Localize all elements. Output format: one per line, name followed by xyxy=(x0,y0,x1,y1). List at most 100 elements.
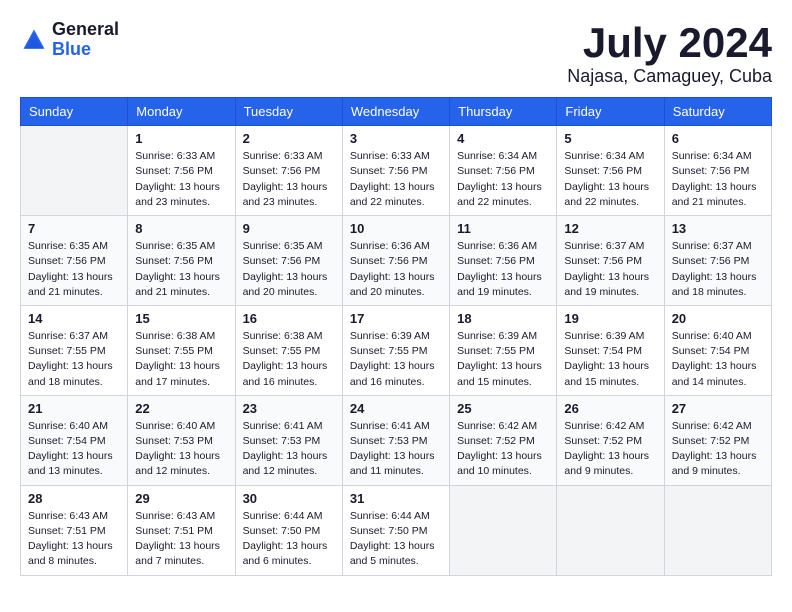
day-info: Sunrise: 6:38 AM Sunset: 7:55 PM Dayligh… xyxy=(135,329,227,390)
day-number: 13 xyxy=(672,221,764,236)
calendar-cell: 19 Sunrise: 6:39 AM Sunset: 7:54 PM Dayli… xyxy=(557,305,664,395)
calendar-cell: 6 Sunrise: 6:34 AM Sunset: 7:56 PM Daylig… xyxy=(664,126,771,216)
day-number: 7 xyxy=(28,221,120,236)
logo: General Blue xyxy=(20,20,119,60)
calendar-cell: 27Sunrise: 6:42 AM Sunset: 7:52 PM Dayli… xyxy=(664,395,771,485)
logo-blue-text: Blue xyxy=(52,40,119,60)
location-text: Najasa, Camaguey, Cuba xyxy=(567,66,772,87)
day-number: 29 xyxy=(135,491,227,506)
day-number: 12 xyxy=(564,221,656,236)
calendar-cell: 3 Sunrise: 6:33 AM Sunset: 7:56 PM Daylig… xyxy=(342,126,449,216)
col-saturday: Saturday xyxy=(664,98,771,126)
calendar-cell xyxy=(450,485,557,575)
day-info: Sunrise: 6:42 AM Sunset: 7:52 PM Dayligh… xyxy=(672,419,764,480)
day-number: 31 xyxy=(350,491,442,506)
day-info: Sunrise: 6:44 AM Sunset: 7:50 PM Dayligh… xyxy=(243,509,335,570)
calendar-cell: 22Sunrise: 6:40 AM Sunset: 7:53 PM Dayli… xyxy=(128,395,235,485)
col-friday: Friday xyxy=(557,98,664,126)
calendar-cell: 28Sunrise: 6:43 AM Sunset: 7:51 PM Dayli… xyxy=(21,485,128,575)
day-info: Sunrise: 6:34 AM Sunset: 7:56 PM Dayligh… xyxy=(672,149,764,210)
day-number: 20 xyxy=(672,311,764,326)
week-row-5: 28 Sunrise: 6:43 AM Sunset: 7:51 PM Dayli… xyxy=(21,485,772,575)
day-info: Sunrise: 6:33 AM Sunset: 7:56 PM Dayligh… xyxy=(243,149,335,210)
day-number: 6 xyxy=(672,131,764,146)
week-row-1: 1 Sunrise: 6:33 AM Sunset: 7:56 PM Daylig… xyxy=(21,126,772,216)
day-info: Sunrise: 6:40 AM Sunset: 7:54 PM Dayligh… xyxy=(28,419,120,480)
day-number: 3 xyxy=(350,131,442,146)
day-info: Sunrise: 6:36 AM Sunset: 7:56 PM Dayligh… xyxy=(350,239,442,300)
week-row-3: 14Sunrise: 6:37 AM Sunset: 7:55 PM Dayli… xyxy=(21,305,772,395)
calendar-cell: 2 Sunrise: 6:33 AM Sunset: 7:56 PM Daylig… xyxy=(235,126,342,216)
calendar-cell: 4 Sunrise: 6:34 AM Sunset: 7:56 PM Daylig… xyxy=(450,126,557,216)
day-number: 4 xyxy=(457,131,549,146)
day-number: 5 xyxy=(564,131,656,146)
calendar-cell: 1 Sunrise: 6:33 AM Sunset: 7:56 PM Daylig… xyxy=(128,126,235,216)
calendar-cell: 13 Sunrise: 6:37 AM Sunset: 7:56 PM Dayli… xyxy=(664,216,771,306)
day-info: Sunrise: 6:41 AM Sunset: 7:53 PM Dayligh… xyxy=(243,419,335,480)
day-info: Sunrise: 6:39 AM Sunset: 7:55 PM Dayligh… xyxy=(350,329,442,390)
calendar-cell: 10 Sunrise: 6:36 AM Sunset: 7:56 PM Dayli… xyxy=(342,216,449,306)
day-number: 30 xyxy=(243,491,335,506)
calendar-cell: 29 Sunrise: 6:43 AM Sunset: 7:51 PM Dayli… xyxy=(128,485,235,575)
day-number: 26 xyxy=(564,401,656,416)
logo-general-text: General xyxy=(52,20,119,40)
calendar-cell: 9 Sunrise: 6:35 AM Sunset: 7:56 PM Daylig… xyxy=(235,216,342,306)
day-number: 8 xyxy=(135,221,227,236)
week-row-2: 7 Sunrise: 6:35 AM Sunset: 7:56 PM Daylig… xyxy=(21,216,772,306)
calendar-cell: 30 Sunrise: 6:44 AM Sunset: 7:50 PM Dayli… xyxy=(235,485,342,575)
calendar-cell xyxy=(21,126,128,216)
week-row-4: 21 Sunrise: 6:40 AM Sunset: 7:54 PM Dayli… xyxy=(21,395,772,485)
day-info: Sunrise: 6:33 AM Sunset: 7:56 PM Dayligh… xyxy=(135,149,227,210)
day-number: 19 xyxy=(564,311,656,326)
day-info: Sunrise: 6:35 AM Sunset: 7:56 PM Dayligh… xyxy=(243,239,335,300)
calendar-cell: 16 Sunrise: 6:38 AM Sunset: 7:55 PM Dayli… xyxy=(235,305,342,395)
header-row: Sunday Monday Tuesday Wednesday Thursday… xyxy=(21,98,772,126)
day-number: 22 xyxy=(135,401,227,416)
day-info: Sunrise: 6:38 AM Sunset: 7:55 PM Dayligh… xyxy=(243,329,335,390)
day-number: 21 xyxy=(28,401,120,416)
col-sunday: Sunday xyxy=(21,98,128,126)
day-info: Sunrise: 6:43 AM Sunset: 7:51 PM Dayligh… xyxy=(135,509,227,570)
day-number: 9 xyxy=(243,221,335,236)
day-info: Sunrise: 6:39 AM Sunset: 7:54 PM Dayligh… xyxy=(564,329,656,390)
day-number: 11 xyxy=(457,221,549,236)
calendar-cell: 12Sunrise: 6:37 AM Sunset: 7:56 PM Dayli… xyxy=(557,216,664,306)
day-number: 10 xyxy=(350,221,442,236)
day-info: Sunrise: 6:37 AM Sunset: 7:55 PM Dayligh… xyxy=(28,329,120,390)
title-block: July 2024 Najasa, Camaguey, Cuba xyxy=(567,20,772,87)
day-info: Sunrise: 6:36 AM Sunset: 7:56 PM Dayligh… xyxy=(457,239,549,300)
calendar-cell: 24Sunrise: 6:41 AM Sunset: 7:53 PM Dayli… xyxy=(342,395,449,485)
day-info: Sunrise: 6:42 AM Sunset: 7:52 PM Dayligh… xyxy=(457,419,549,480)
day-number: 15 xyxy=(135,311,227,326)
day-info: Sunrise: 6:39 AM Sunset: 7:55 PM Dayligh… xyxy=(457,329,549,390)
col-thursday: Thursday xyxy=(450,98,557,126)
day-info: Sunrise: 6:41 AM Sunset: 7:53 PM Dayligh… xyxy=(350,419,442,480)
day-info: Sunrise: 6:33 AM Sunset: 7:56 PM Dayligh… xyxy=(350,149,442,210)
calendar-cell: 8 Sunrise: 6:35 AM Sunset: 7:56 PM Daylig… xyxy=(128,216,235,306)
day-number: 1 xyxy=(135,131,227,146)
day-info: Sunrise: 6:40 AM Sunset: 7:54 PM Dayligh… xyxy=(672,329,764,390)
day-number: 23 xyxy=(243,401,335,416)
day-number: 16 xyxy=(243,311,335,326)
day-info: Sunrise: 6:34 AM Sunset: 7:56 PM Dayligh… xyxy=(457,149,549,210)
day-number: 17 xyxy=(350,311,442,326)
col-wednesday: Wednesday xyxy=(342,98,449,126)
day-info: Sunrise: 6:37 AM Sunset: 7:56 PM Dayligh… xyxy=(672,239,764,300)
day-number: 2 xyxy=(243,131,335,146)
page-header: General Blue July 2024 Najasa, Camaguey,… xyxy=(20,20,772,87)
calendar-cell: 11 Sunrise: 6:36 AM Sunset: 7:56 PM Dayli… xyxy=(450,216,557,306)
day-info: Sunrise: 6:42 AM Sunset: 7:52 PM Dayligh… xyxy=(564,419,656,480)
calendar-cell: 5 Sunrise: 6:34 AM Sunset: 7:56 PM Daylig… xyxy=(557,126,664,216)
calendar-cell: 21 Sunrise: 6:40 AM Sunset: 7:54 PM Dayli… xyxy=(21,395,128,485)
calendar-cell: 17 Sunrise: 6:39 AM Sunset: 7:55 PM Dayli… xyxy=(342,305,449,395)
calendar-cell: 20 Sunrise: 6:40 AM Sunset: 7:54 PM Dayli… xyxy=(664,305,771,395)
col-monday: Monday xyxy=(128,98,235,126)
day-info: Sunrise: 6:34 AM Sunset: 7:56 PM Dayligh… xyxy=(564,149,656,210)
day-info: Sunrise: 6:35 AM Sunset: 7:56 PM Dayligh… xyxy=(135,239,227,300)
month-year-title: July 2024 xyxy=(567,20,772,66)
logo-icon xyxy=(20,26,48,54)
day-number: 28 xyxy=(28,491,120,506)
calendar-cell: 26 Sunrise: 6:42 AM Sunset: 7:52 PM Dayli… xyxy=(557,395,664,485)
day-info: Sunrise: 6:35 AM Sunset: 7:56 PM Dayligh… xyxy=(28,239,120,300)
day-info: Sunrise: 6:44 AM Sunset: 7:50 PM Dayligh… xyxy=(350,509,442,570)
